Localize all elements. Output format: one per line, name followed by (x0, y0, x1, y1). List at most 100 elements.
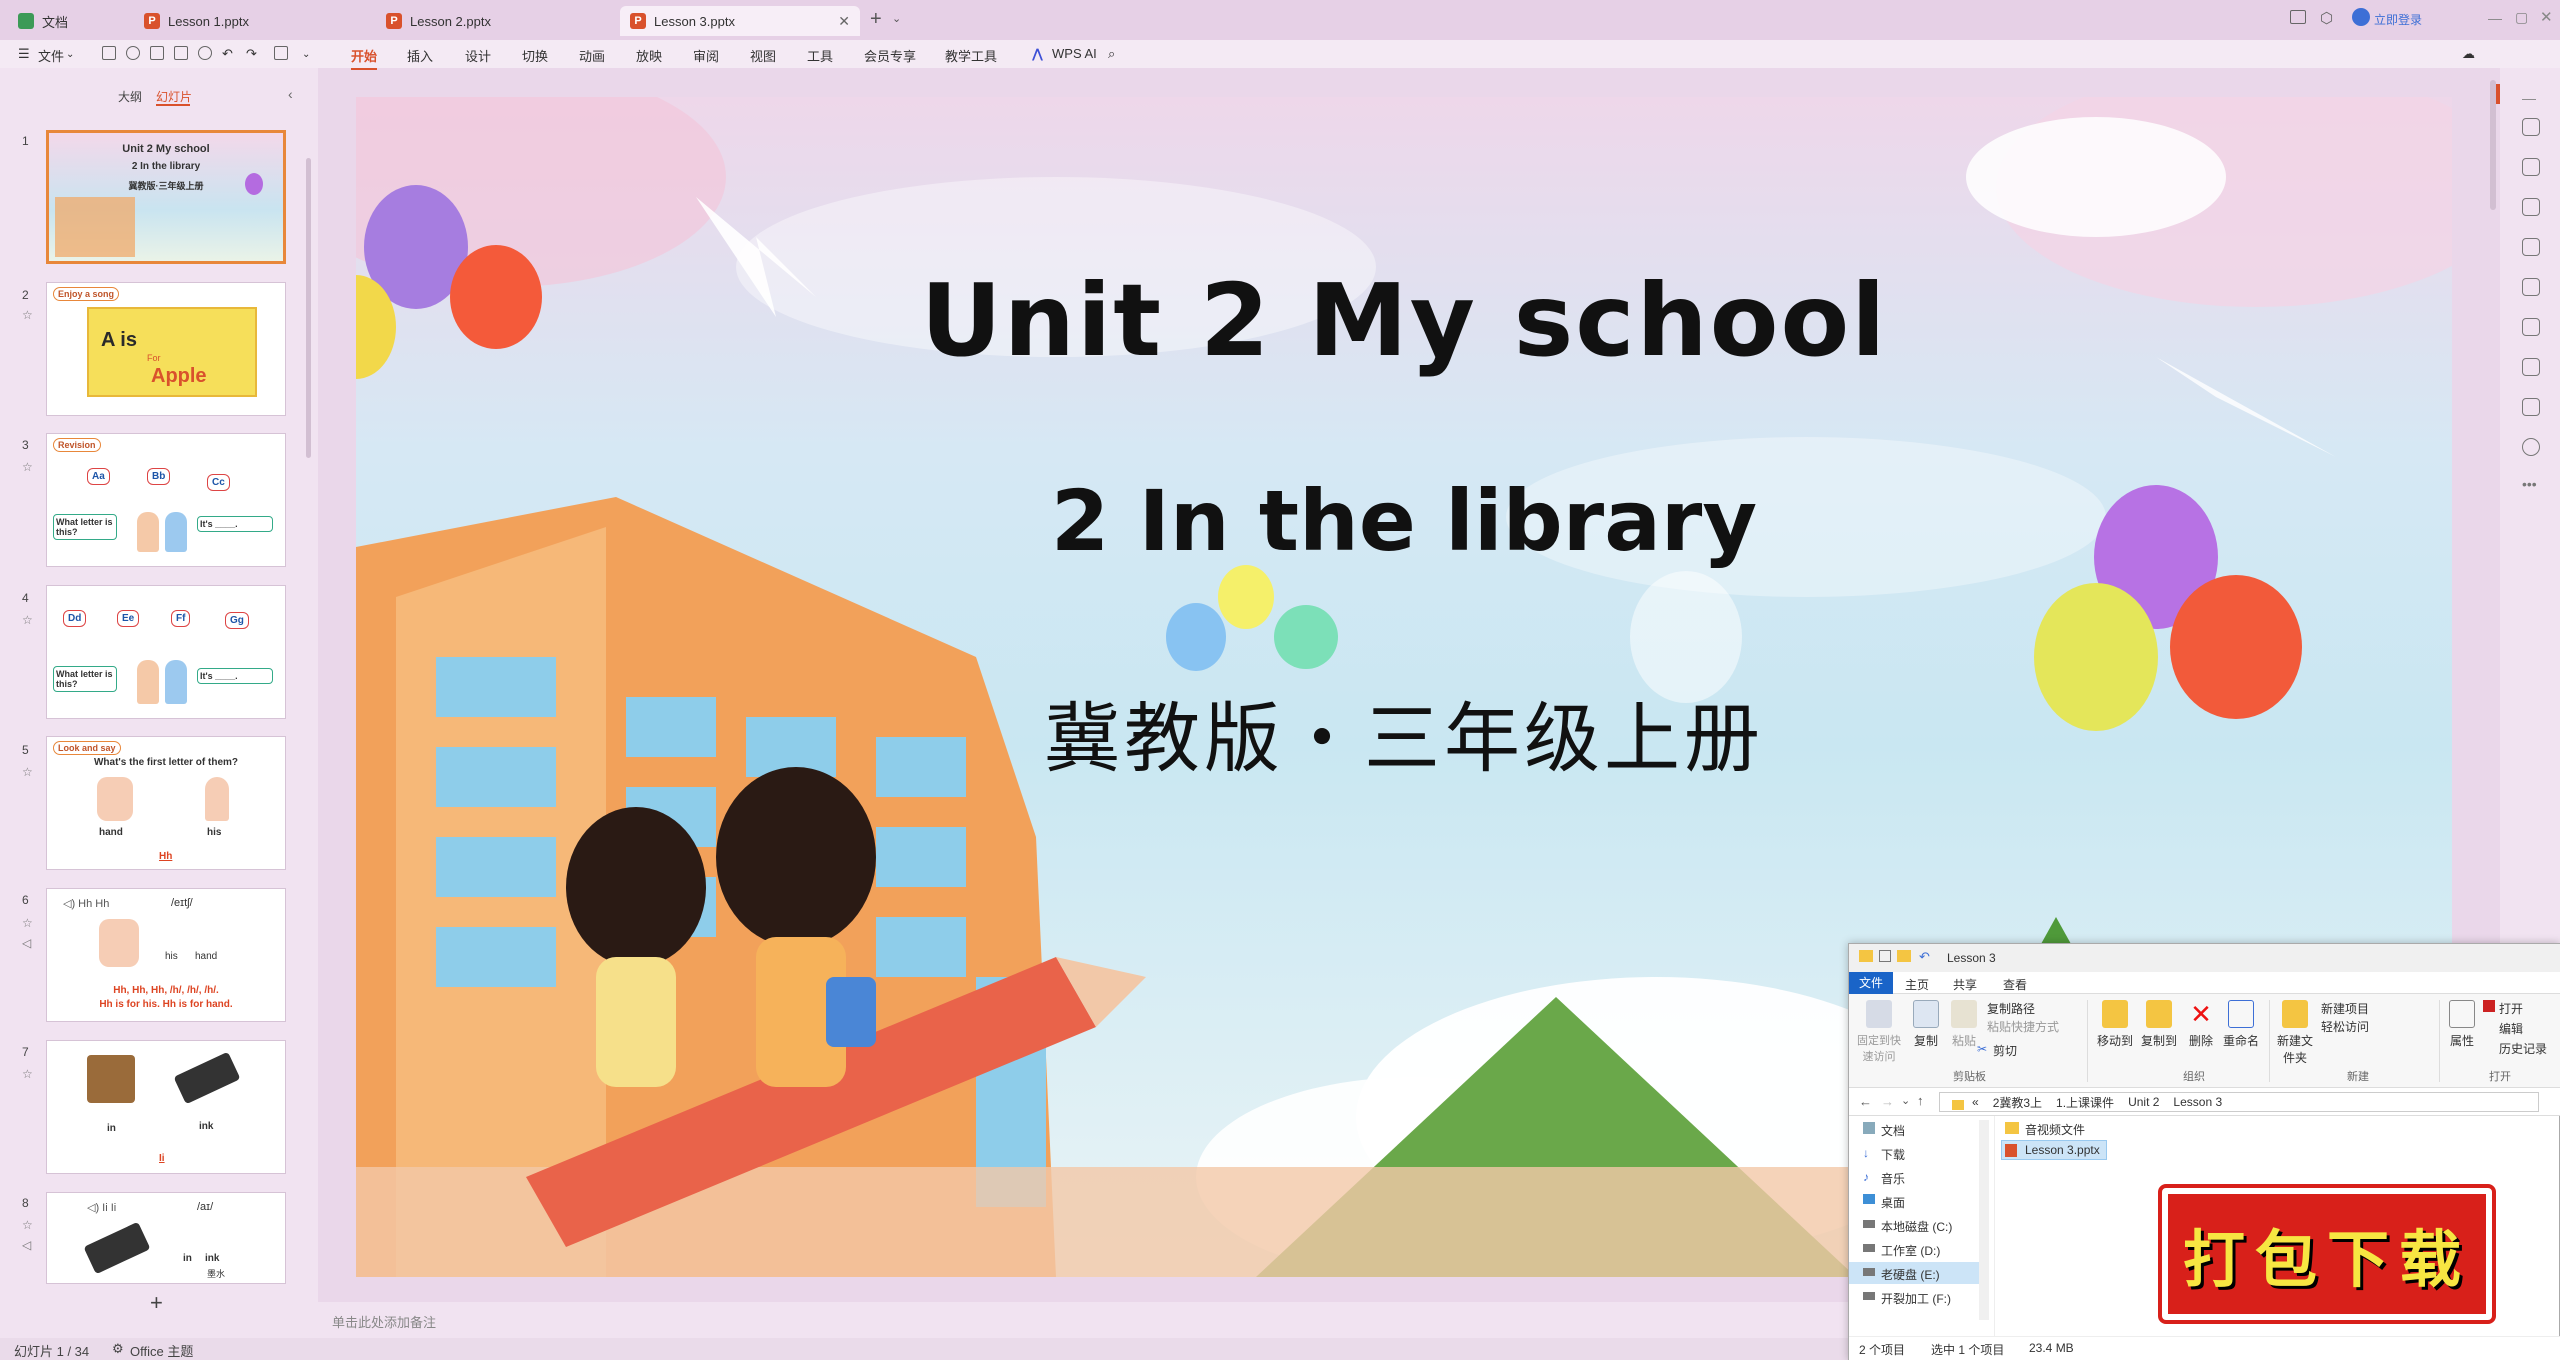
history-button[interactable]: 历史记录 (2499, 1040, 2547, 1057)
copy-icon[interactable] (2522, 238, 2540, 256)
window-icon[interactable] (2290, 10, 2306, 24)
add-slide-button[interactable]: + (150, 1290, 163, 1316)
menu-teaching-tools[interactable]: 教学工具 (945, 46, 997, 65)
layout-icon[interactable] (2522, 398, 2540, 416)
slide-thumbnail-7[interactable]: in ink Ii (46, 1040, 286, 1174)
slide-thumbnail-2[interactable]: Enjoy a song A is For Apple (46, 282, 286, 416)
chevron-down-icon[interactable]: ⌄ (302, 49, 310, 60)
menu-insert[interactable]: 插入 (407, 46, 433, 65)
slide-thumbnail-5[interactable]: Look and say What's the first letter of … (46, 736, 286, 870)
hamburger-icon[interactable]: ☰ (18, 46, 30, 62)
forward-icon[interactable]: → (1881, 1094, 1894, 1109)
open-button[interactable]: 打开 (2499, 1000, 2523, 1017)
star-icon[interactable] (2522, 198, 2540, 216)
collapse-icon[interactable]: ‹ (288, 86, 293, 102)
close-window-icon[interactable]: ✕ (2540, 8, 2553, 26)
cut-button[interactable]: 剪切 (1993, 1042, 2017, 1059)
save-icon[interactable] (102, 46, 116, 60)
menu-design[interactable]: 设计 (465, 46, 491, 65)
refresh-icon[interactable] (198, 46, 212, 60)
nav-item-drive-f[interactable]: 开裂加工 (F:) (1881, 1290, 1951, 1307)
slide-title[interactable]: Unit 2 My school (356, 262, 2452, 379)
scrollbar[interactable] (306, 158, 311, 458)
new-tab-button[interactable]: + (870, 8, 882, 31)
breadcrumb-item[interactable]: Unit 2 (2128, 1095, 2159, 1109)
explorer-tab-view[interactable]: 查看 (2003, 976, 2027, 993)
format-painter-icon[interactable] (274, 46, 288, 60)
rename-button[interactable]: 重命名 (2221, 1000, 2261, 1049)
new-item-button[interactable]: 新建项目 (2321, 1000, 2369, 1017)
download-badge[interactable]: 打包下载 (2162, 1188, 2492, 1320)
nav-item-documents[interactable]: 文档 (1881, 1122, 1905, 1139)
cube-icon[interactable]: ⬡ (2320, 9, 2333, 27)
paste-button[interactable]: 粘贴 (1947, 1000, 1981, 1049)
explorer-tab-share[interactable]: 共享 (1953, 976, 1977, 993)
nav-item-drive-d[interactable]: 工作室 (D:) (1881, 1242, 1940, 1259)
breadcrumb-item[interactable]: Lesson 3 (2173, 1095, 2222, 1109)
star-icon[interactable]: ☆ (22, 1067, 33, 1081)
nav-item-music[interactable]: 音乐 (1881, 1170, 1905, 1187)
properties-button[interactable]: 属性 (2445, 1000, 2479, 1049)
undo-icon[interactable]: ↶ (222, 46, 233, 62)
share-link-icon[interactable] (126, 46, 140, 60)
delete-button[interactable]: ✕ 删除 (2185, 1000, 2217, 1049)
chevron-down-icon[interactable]: ⌄ (892, 12, 901, 25)
nav-item-drive-c[interactable]: 本地磁盘 (C:) (1881, 1218, 1952, 1235)
paste-shortcut-button[interactable]: 粘贴快捷方式 (1987, 1018, 2059, 1035)
more-icon[interactable]: ••• (2522, 476, 2537, 492)
up-icon[interactable]: ↑ (1917, 1093, 1924, 1108)
star-icon[interactable]: ☆ (22, 308, 33, 322)
back-icon[interactable]: ← (1859, 1094, 1872, 1109)
nav-item-drive-e[interactable]: 老硬盘 (E:) (1881, 1266, 1940, 1283)
menu-transition[interactable]: 切换 (522, 46, 548, 65)
outline-tab[interactable]: 大纲 (118, 88, 142, 105)
nav-item-downloads[interactable]: 下载 (1881, 1146, 1905, 1163)
menu-member[interactable]: 会员专享 (864, 46, 916, 65)
file-item-pptx[interactable]: Lesson 3.pptx (2025, 1143, 2100, 1157)
adjust-icon[interactable] (2522, 118, 2540, 136)
file-item-folder[interactable]: 音视频文件 (2025, 1121, 2085, 1138)
move-to-button[interactable]: 移动到 (2095, 1000, 2135, 1049)
new-folder-icon[interactable] (1897, 950, 1911, 962)
edit-button[interactable]: 编辑 (2499, 1020, 2523, 1037)
nav-scrollbar[interactable] (1979, 1120, 1989, 1320)
magic-icon[interactable] (2522, 158, 2540, 176)
file-menu[interactable]: 文件 (38, 46, 64, 65)
slide-thumbnail-8[interactable]: ◁) Ii Ii /aɪ/ in ink 墨水 (46, 1192, 286, 1284)
image-icon[interactable] (2522, 278, 2540, 296)
book-icon[interactable] (2522, 358, 2540, 376)
print-preview-icon[interactable] (174, 46, 188, 60)
avatar[interactable] (2352, 8, 2370, 26)
help-icon[interactable] (2522, 438, 2540, 456)
menu-animation[interactable]: 动画 (579, 46, 605, 65)
breadcrumb-item[interactable]: « (1972, 1095, 1979, 1109)
maximize-icon[interactable]: ▢ (2515, 9, 2528, 26)
print-icon[interactable] (150, 46, 164, 60)
slide-thumbnail-6[interactable]: ◁) Hh Hh /eɪtʃ/ his hand Hh, Hh, Hh, /h/… (46, 888, 286, 1022)
menu-view[interactable]: 视图 (750, 46, 776, 65)
pin-button[interactable]: 固定到快速访问 (1855, 1000, 1903, 1064)
speaker-icon[interactable]: ◁ (22, 1238, 31, 1252)
tools-icon[interactable] (2522, 318, 2540, 336)
tab-docs[interactable]: 文档 (8, 6, 128, 36)
slides-tab[interactable]: 幻灯片 (156, 88, 192, 105)
tab-lesson1[interactable]: P Lesson 1.pptx (134, 6, 369, 36)
speaker-icon[interactable]: ◁ (22, 936, 31, 950)
menu-review[interactable]: 审阅 (693, 46, 719, 65)
minimize-icon[interactable]: — (2488, 10, 2502, 26)
slide-edition[interactable]: 冀教版・三年级上册 (356, 677, 2452, 787)
wps-ai-button[interactable]: WPS AI (1052, 46, 1097, 61)
menu-slideshow[interactable]: 放映 (636, 46, 662, 65)
menu-home[interactable]: 开始 (351, 46, 378, 70)
star-icon[interactable]: ☆ (22, 1218, 33, 1232)
breadcrumb-item[interactable]: 2冀教3上 (1993, 1094, 2042, 1111)
easy-access-button[interactable]: 轻松访问 (2321, 1018, 2369, 1035)
new-folder-button[interactable]: 新建文件夹 (2275, 1000, 2315, 1066)
explorer-tab-file[interactable]: 文件 (1849, 972, 1893, 994)
slide-thumbnail-3[interactable]: Revision Aa Bb Cc What letter is this? I… (46, 433, 286, 567)
close-icon[interactable]: ✕ (838, 13, 850, 30)
nav-item-desktop[interactable]: 桌面 (1881, 1194, 1905, 1211)
tab-lesson3[interactable]: P Lesson 3.pptx ✕ (620, 6, 860, 36)
address-bar[interactable]: « 2冀教3上 1.上课课件 Unit 2 Lesson 3 (1939, 1092, 2539, 1112)
redo-icon[interactable]: ↷ (246, 46, 257, 62)
